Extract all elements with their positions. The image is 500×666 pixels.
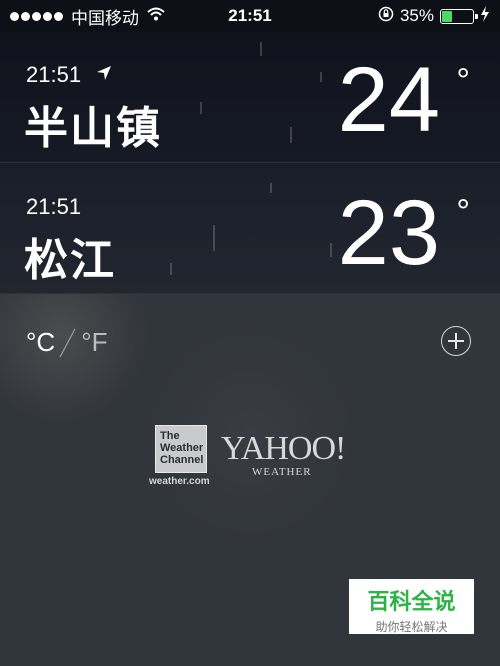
rotation-lock-icon xyxy=(378,6,394,27)
weather-channel-logo[interactable]: The Weather Channel xyxy=(155,425,207,473)
city-row[interactable]: 21:51 半山镇 24 ° xyxy=(0,32,500,162)
yahoo-weather-label: WEATHER xyxy=(252,466,312,478)
city-time: 21:51 xyxy=(26,194,82,219)
watermark: 百科全说 助你轻松解决 xyxy=(349,579,474,634)
city-time: 21:51 xyxy=(26,62,82,87)
charging-bolt-icon xyxy=(480,5,490,27)
add-city-button[interactable] xyxy=(441,326,471,356)
signal-dots-icon xyxy=(10,11,63,21)
city-name: 松江 xyxy=(24,235,116,286)
watermark-title: 百科全说 xyxy=(367,590,456,615)
weather-com-link[interactable]: weather.com xyxy=(149,476,210,487)
city-row[interactable]: 21:51 松江 23 ° xyxy=(0,163,500,293)
degree-symbol: ° xyxy=(456,62,470,100)
status-bar: 中国移动 21:51 35% xyxy=(0,0,500,32)
location-arrow-icon xyxy=(96,65,112,86)
twc-line: The xyxy=(160,430,180,442)
wifi-icon xyxy=(147,6,165,26)
twc-line: Channel xyxy=(160,454,204,466)
footer-panel: °C °F The Weather Channel weather.com YA… xyxy=(0,294,500,666)
battery-icon xyxy=(440,8,478,24)
city-temperature: 23 xyxy=(337,182,440,284)
watermark-subtitle: 助你轻松解决 xyxy=(375,620,448,634)
city-name: 半山镇 xyxy=(24,103,162,154)
battery-fill xyxy=(442,10,452,22)
city-temperature: 24 xyxy=(337,49,440,151)
degree-symbol: ° xyxy=(456,193,470,231)
unit-toggle[interactable]: °C °F xyxy=(26,327,107,358)
battery-percent: 35% xyxy=(399,6,434,25)
celsius-option[interactable]: °C xyxy=(26,327,55,358)
carrier-name: 中国移动 xyxy=(71,8,139,29)
unit-separator xyxy=(57,329,79,357)
yahoo-logo[interactable]: YAHOO! xyxy=(221,430,346,468)
fahrenheit-option[interactable]: °F xyxy=(81,327,107,358)
twc-line: Weather xyxy=(160,442,204,454)
